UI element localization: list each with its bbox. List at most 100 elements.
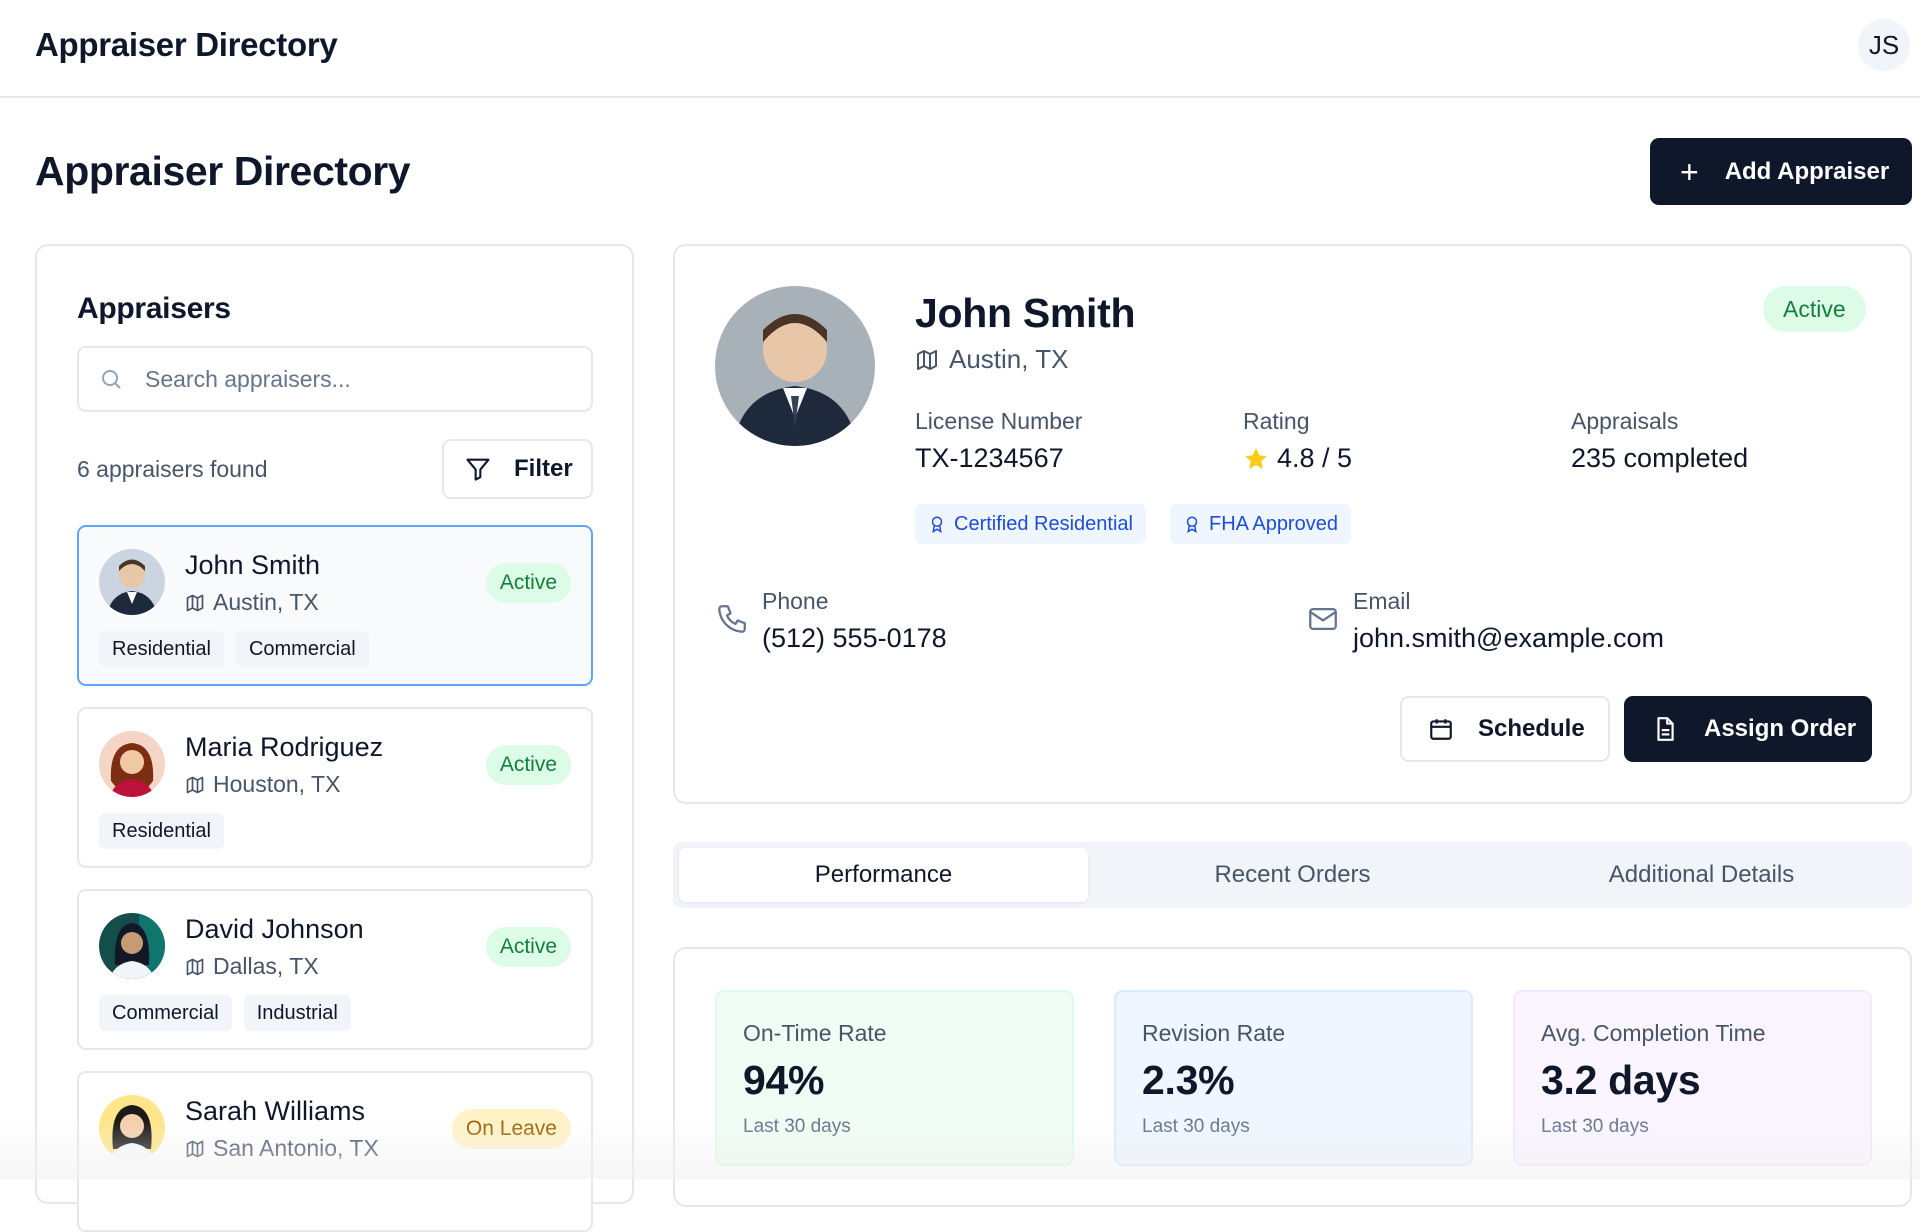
tag: Commercial: [235, 631, 369, 667]
metric-label: Revision Rate: [1142, 1020, 1286, 1046]
document-icon: [1657, 717, 1674, 741]
list-item[interactable]: John Smith Austin, TX Active Residential…: [77, 525, 593, 686]
metric-card-on-time: On-Time Rate 94% Last 30 days: [715, 990, 1074, 1166]
email-label: Email: [1353, 588, 1411, 614]
email-value[interactable]: john.smith@example.com: [1353, 623, 1664, 654]
tag: Residential: [99, 813, 224, 849]
appraiser-location: San Antonio, TX: [185, 1135, 379, 1162]
filter-button[interactable]: Filter: [442, 439, 593, 499]
certification-badge: Certified Residential: [915, 504, 1146, 544]
award-icon: [931, 516, 943, 533]
avatar: [99, 549, 165, 615]
profile-location-text: Austin, TX: [949, 344, 1069, 374]
phone-value[interactable]: (512) 555-0178: [762, 623, 947, 654]
tag-list: Residential Commercial: [99, 631, 369, 667]
metric-label: Avg. Completion Time: [1541, 1020, 1766, 1046]
location-text: Houston, TX: [213, 771, 341, 797]
assign-order-button[interactable]: Assign Order: [1624, 696, 1872, 762]
profile-card: John Smith Austin, TX Active License Num…: [673, 244, 1912, 804]
status-badge: On Leave: [451, 1109, 571, 1149]
metric-value: 2.3%: [1142, 1057, 1235, 1103]
appraisals-value: 235 completed: [1571, 443, 1749, 473]
map-icon: [186, 776, 204, 793]
status-badge: Active: [485, 745, 571, 785]
star-icon: [1245, 447, 1267, 469]
profile-name: John Smith: [915, 290, 1136, 336]
tab-additional-details[interactable]: Additional Details: [1497, 848, 1906, 902]
tab-recent-orders[interactable]: Recent Orders: [1088, 848, 1497, 902]
search-input[interactable]: [145, 365, 565, 393]
map-icon: [917, 349, 937, 370]
tag: Industrial: [243, 995, 351, 1031]
location-text: Austin, TX: [213, 589, 319, 615]
appraiser-list-panel: Appraisers 6 appraisers found Filter Joh…: [35, 244, 634, 1232]
status-badge: Active: [485, 563, 571, 603]
location-text: Dallas, TX: [213, 953, 319, 979]
map-icon: [186, 958, 204, 975]
rating: 4.8 / 5: [1243, 443, 1352, 474]
status-badge: Active: [485, 927, 571, 967]
assign-order-label: Assign Order: [1704, 715, 1857, 742]
calendar-icon: [1430, 719, 1452, 740]
profile-photo: [715, 286, 875, 446]
metric-period: Last 30 days: [1541, 1116, 1649, 1137]
appraisals-label: Appraisals: [1571, 408, 1679, 434]
status-badge: Active: [1763, 286, 1866, 332]
user-avatar[interactable]: JS: [1858, 19, 1910, 71]
avatar: [99, 913, 165, 979]
add-appraiser-button[interactable]: + Add Appraiser: [1650, 138, 1912, 205]
metric-card-revision: Revision Rate 2.3% Last 30 days: [1114, 990, 1473, 1166]
metric-label: On-Time Rate: [743, 1020, 887, 1046]
metric-value: 94%: [743, 1057, 825, 1103]
rating-label: Rating: [1243, 408, 1310, 434]
tag: Commercial: [99, 995, 232, 1031]
award-icon: [1186, 516, 1198, 533]
performance-panel: On-Time Rate 94% Last 30 days Revision R…: [673, 947, 1912, 1207]
list-item[interactable]: Maria Rodriguez Houston, TX Active Resid…: [77, 707, 593, 868]
tag: Residential: [99, 631, 224, 667]
metric-period: Last 30 days: [1142, 1116, 1250, 1137]
license-value: TX-1234567: [915, 443, 1064, 473]
list-item[interactable]: David Johnson Dallas, TX Active Commerci…: [77, 889, 593, 1050]
appraiser-location: Dallas, TX: [185, 953, 319, 980]
tag-list: Commercial Industrial: [99, 995, 351, 1031]
tab-performance[interactable]: Performance: [679, 848, 1088, 902]
certification-text: FHA Approved: [1209, 512, 1338, 535]
search-box[interactable]: [77, 346, 593, 412]
add-appraiser-label: Add Appraiser: [1724, 157, 1890, 185]
certification-text: Certified Residential: [954, 512, 1133, 535]
map-icon: [186, 594, 204, 611]
avatar: [99, 1095, 165, 1161]
location-text: San Antonio, TX: [213, 1135, 379, 1161]
appraiser-name: David Johnson: [185, 914, 364, 944]
detail-tabs: Performance Recent Orders Additional Det…: [673, 842, 1912, 908]
appraiser-name: Sarah Williams: [185, 1096, 366, 1126]
tag-list: Residential: [99, 813, 224, 849]
schedule-button[interactable]: Schedule: [1400, 696, 1610, 762]
top-bar: Appraiser Directory JS: [0, 0, 1920, 98]
plus-icon: +: [1680, 153, 1699, 190]
profile-location: Austin, TX: [915, 344, 1068, 375]
metric-value: 3.2 days: [1541, 1057, 1701, 1103]
filter-icon: [466, 458, 490, 481]
certification-badge: FHA Approved: [1170, 504, 1351, 544]
schedule-label: Schedule: [1478, 715, 1585, 742]
appraiser-name: John Smith: [185, 550, 321, 580]
filter-label: Filter: [514, 455, 573, 482]
phone-label: Phone: [762, 588, 829, 614]
list-item[interactable]: Sarah Williams San Antonio, TX On Leave: [77, 1071, 593, 1232]
mail-icon: [1309, 607, 1337, 631]
appraiser-location: Houston, TX: [185, 771, 340, 798]
search-icon: [102, 370, 121, 389]
page-title: Appraiser Directory: [35, 148, 411, 194]
result-count: 6 appraisers found: [77, 456, 268, 482]
appraiser-location: Austin, TX: [185, 589, 319, 616]
license-label: License Number: [915, 408, 1083, 434]
appraiser-name: Maria Rodriguez: [185, 732, 384, 762]
phone-icon: [718, 605, 746, 633]
avatar: [99, 731, 165, 797]
metric-period: Last 30 days: [743, 1116, 851, 1137]
map-icon: [186, 1140, 204, 1157]
rating-value: 4.8 / 5: [1277, 443, 1353, 473]
metric-card-completion: Avg. Completion Time 3.2 days Last 30 da…: [1513, 990, 1872, 1166]
